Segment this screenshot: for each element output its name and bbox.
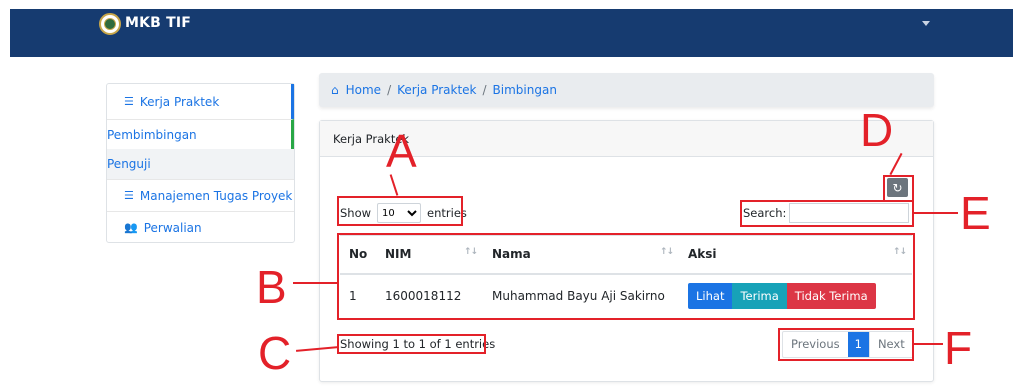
user-menu-caret-icon[interactable] <box>922 21 930 26</box>
breadcrumb-separator: / <box>387 83 392 97</box>
university-logo-icon <box>99 13 121 35</box>
annotation-label-b: B <box>256 261 287 313</box>
annotation-line-f <box>914 343 943 345</box>
annotation-box-a <box>337 196 463 226</box>
annotation-box-b <box>337 233 915 320</box>
annotation-box-c <box>337 334 486 354</box>
sidebar-item-label: Pembimbingan <box>107 127 197 142</box>
annotation-label-a: A <box>386 125 417 177</box>
annotation-label-f: F <box>944 322 973 374</box>
sidebar-item-kerja-praktek[interactable]: ☰ Kerja Praktek <box>107 84 294 119</box>
breadcrumb-kerja-praktek[interactable]: Kerja Praktek <box>397 83 476 97</box>
sidebar-item-label: Penguji <box>107 157 151 171</box>
breadcrumb-home[interactable]: Home <box>346 83 381 97</box>
annotation-line-e <box>914 212 958 214</box>
sidebar-item-penguji[interactable]: Penguji <box>107 149 294 179</box>
brand-title[interactable]: MKB TIF <box>125 15 191 31</box>
list-check-icon: ☰ <box>124 95 134 108</box>
users-icon: 👥 <box>124 221 138 234</box>
annotation-box-d <box>883 175 914 202</box>
sidebar-item-label: Kerja Praktek <box>139 94 220 109</box>
annotation-label-d: D <box>860 104 894 156</box>
list-check-icon: ☰ <box>124 189 134 202</box>
sidebar: ☰ Kerja Praktek Pembimbingan Penguji ☰ M… <box>106 83 295 243</box>
sidebar-item-label: Manajemen Tugas Proyek <box>139 188 293 203</box>
breadcrumb: ⌂ Home / Kerja Praktek / Bimbingan <box>319 73 934 107</box>
sidebar-item-manajemen-tugas-proyek[interactable]: ☰ Manajemen Tugas Proyek <box>107 179 294 211</box>
breadcrumb-separator: / <box>482 83 487 97</box>
annotation-box-e <box>740 200 914 227</box>
sidebar-item-pembimbingan[interactable]: Pembimbingan <box>107 119 294 149</box>
annotation-line-b <box>293 282 337 284</box>
annotation-label-c: C <box>258 327 292 379</box>
annotation-box-f <box>778 328 914 361</box>
home-icon[interactable]: ⌂ <box>331 83 339 97</box>
annotation-label-e: E <box>960 187 991 239</box>
breadcrumb-bimbingan[interactable]: Bimbingan <box>493 83 557 97</box>
sidebar-item-perwalian[interactable]: 👥 Perwalian <box>107 211 294 243</box>
sidebar-item-label: Perwalian <box>143 220 202 235</box>
